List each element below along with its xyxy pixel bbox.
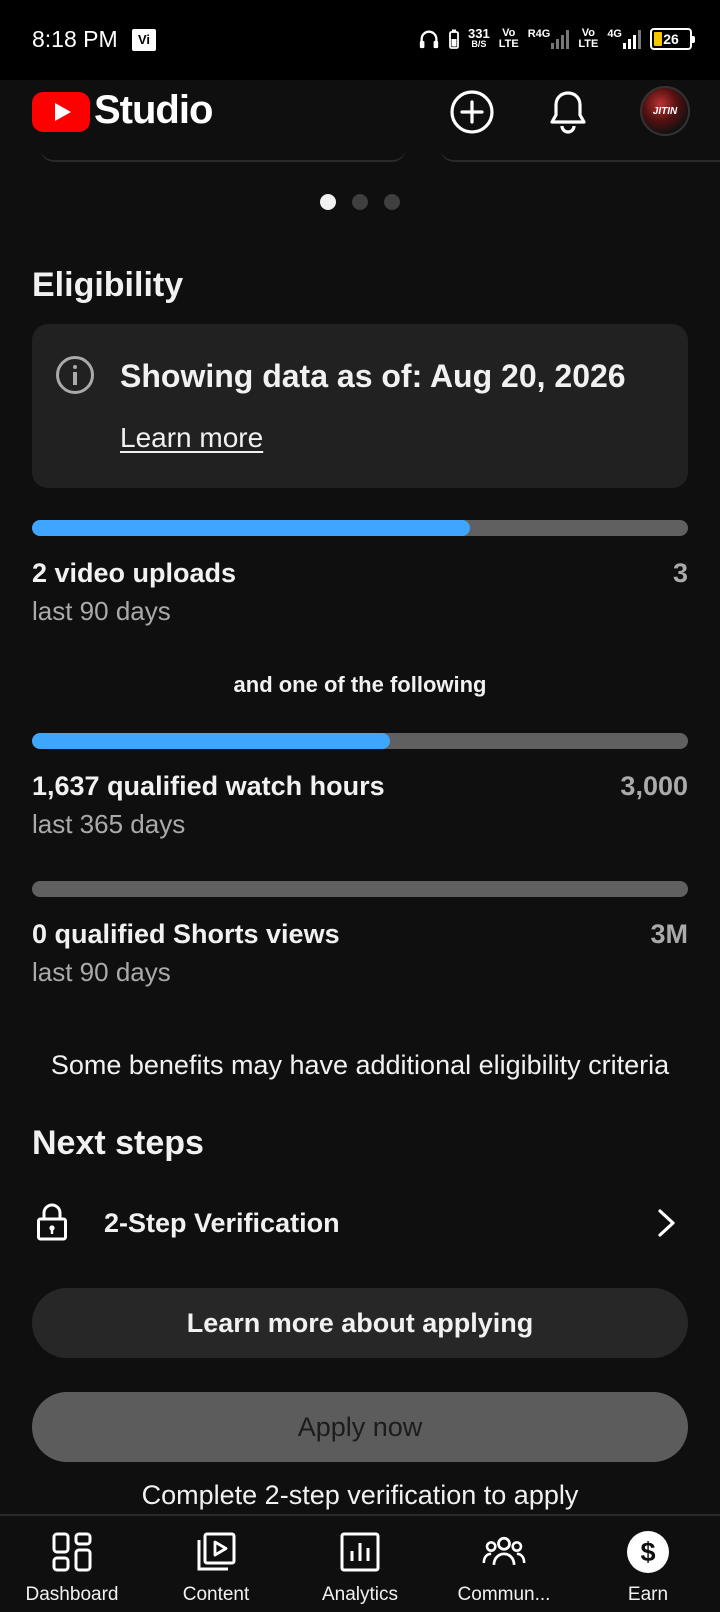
carrier-badge: Vi: [132, 29, 156, 51]
watch-hours-progress-fill: [32, 733, 391, 749]
step-label: 2-Step Verification: [104, 1208, 340, 1238]
data-info-card: Showing data as of: Aug 20, 2026 Learn m…: [32, 324, 688, 488]
youtube-logo-icon[interactable]: [32, 92, 90, 132]
volte-badge-2: Vo LTE: [578, 27, 599, 50]
shorts-label: 0 qualified Shorts views: [32, 919, 340, 949]
uploads-progress-bar: [32, 520, 688, 536]
headphones-icon: [419, 30, 439, 49]
learn-more-about-applying-button[interactable]: Learn more about applying: [32, 1288, 688, 1358]
signal-icon: [551, 29, 570, 49]
nav-dashboard[interactable]: Dashboard: [0, 1516, 144, 1612]
network-2: 4G: [607, 29, 641, 49]
create-button[interactable]: [446, 86, 498, 138]
battery-saver-icon: [449, 29, 459, 49]
shorts-period: last 90 days: [32, 957, 171, 987]
nav-community[interactable]: Commun...: [432, 1516, 576, 1612]
or-label: and one of the following: [233, 672, 487, 697]
notifications-bell-icon: [550, 91, 586, 134]
next-steps-title: Next steps: [32, 1124, 204, 1162]
carousel-dot[interactable]: [320, 194, 336, 210]
battery-icon: 26: [650, 28, 695, 50]
watch-hours-progress-bar: [32, 733, 688, 749]
uploads-label: 2 video uploads: [32, 558, 237, 588]
network-1: R4G: [528, 29, 570, 49]
uploads-progress-fill: [32, 520, 470, 536]
learn-more-link[interactable]: Learn more: [120, 422, 263, 454]
apply-now-button[interactable]: Apply now: [32, 1392, 688, 1462]
watch-hours-goal: 3,000: [620, 771, 688, 801]
carousel-card-edge: [440, 140, 720, 162]
nav-content[interactable]: Content: [144, 1516, 288, 1612]
avatar[interactable]: JITIN: [640, 86, 690, 136]
carousel-dot[interactable]: [384, 194, 400, 210]
notifications-button[interactable]: [542, 86, 594, 138]
analytics-icon: [340, 1532, 380, 1572]
nav-label: Analytics: [321, 1584, 399, 1605]
studio-brand[interactable]: Studio: [94, 88, 213, 133]
status-bar: 8:18 PM Vi 331 B/S Vo LTE R4G Vo LTE 4G 26: [0, 0, 720, 80]
shorts-goal: 3M: [650, 919, 688, 949]
nav-analytics[interactable]: Analytics: [288, 1516, 432, 1612]
nav-label: Content: [182, 1584, 250, 1605]
two-step-verification-row[interactable]: 2-Step Verification: [0, 1184, 720, 1264]
uploads-period: last 90 days: [32, 596, 171, 626]
net-speed: 331 B/S: [468, 26, 490, 49]
dashboard-icon: [52, 1532, 92, 1572]
earn-icon: $: [627, 1531, 669, 1573]
watch-hours-label: 1,637 qualified watch hours: [32, 771, 385, 801]
nav-label: Commun...: [457, 1584, 551, 1605]
community-icon: [482, 1536, 526, 1565]
info-icon: [56, 356, 94, 394]
status-icons: 331 B/S Vo LTE R4G Vo LTE 4G 26: [418, 22, 695, 56]
content-icon: [197, 1532, 236, 1571]
apply-requirement-note: Complete 2-step verification to apply: [141, 1480, 579, 1510]
eligibility-note: Some benefits may have additional eligib…: [50, 1050, 670, 1080]
carousel-dots: [0, 194, 720, 210]
nav-label: Dashboard: [25, 1584, 119, 1605]
carousel-card-edge: [40, 140, 406, 162]
data-date-text: Showing data as of: Aug 20, 2026: [120, 358, 626, 394]
volte-badge-1: Vo LTE: [498, 27, 519, 50]
lock-icon: [37, 1203, 67, 1241]
signal-icon: [623, 29, 641, 49]
watch-hours-period: last 365 days: [32, 809, 186, 839]
shorts-progress-bar: [32, 881, 688, 897]
status-time: 8:18 PM: [32, 26, 118, 52]
carousel-dot[interactable]: [352, 194, 368, 210]
uploads-goal: 3: [672, 558, 688, 588]
svg-text:$: $: [640, 1537, 655, 1567]
bottom-nav: Dashboard Content Analytics Commun... $ …: [0, 1514, 720, 1612]
chevron-right-icon: [658, 1209, 675, 1237]
eligibility-title: Eligibility: [32, 266, 184, 304]
create-plus-icon: [450, 90, 494, 134]
nav-label: Earn: [627, 1584, 669, 1605]
nav-earn[interactable]: $ Earn: [576, 1516, 720, 1612]
